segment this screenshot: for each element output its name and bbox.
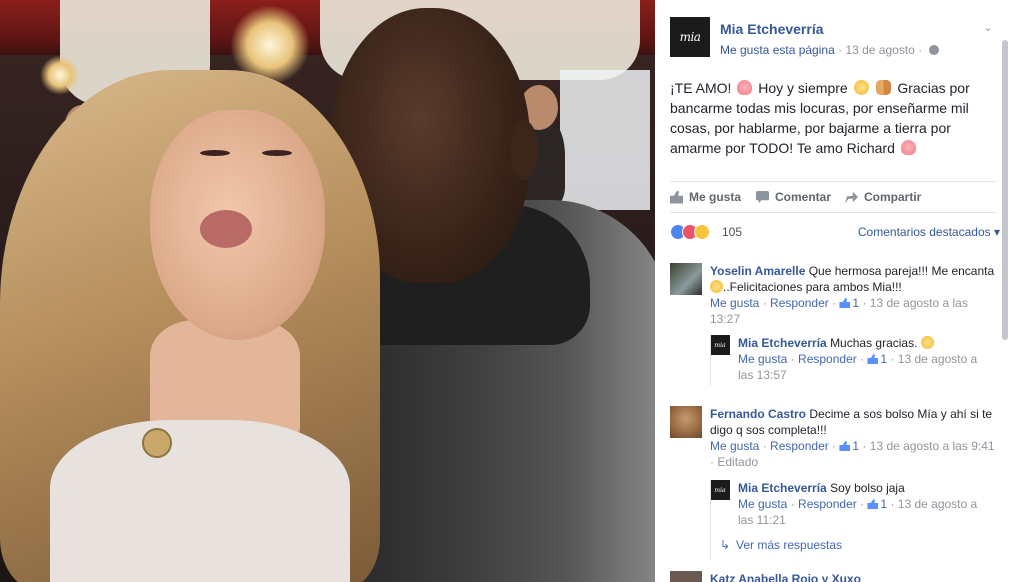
comment-text: Muchas gracias. [830, 336, 918, 350]
comment-body: Yoselin Amarelle Que hermosa pareja!!! M… [710, 263, 995, 327]
commenter-name[interactable]: Yoselin Amarelle [710, 264, 805, 278]
comment-time[interactable]: 13 de agosto a las 9:41 [870, 439, 995, 453]
comment-like-link[interactable]: Me gusta [710, 296, 759, 310]
heart-emoji-icon [900, 140, 916, 155]
comment-meta: Me gusta · Responder · 1 · 13 de agosto … [738, 497, 978, 527]
edited-label[interactable]: Editado [717, 455, 758, 469]
like-label: Me gusta [689, 190, 742, 204]
commenter-avatar[interactable] [670, 571, 702, 582]
view-more-replies-link[interactable]: ↳ Ver más respuestas [720, 538, 842, 552]
comment-like-count[interactable]: 1 [839, 439, 859, 453]
woman-top [50, 420, 350, 582]
comment-like-link[interactable]: Me gusta [738, 497, 787, 511]
post-text-part: Hoy y siempre [758, 80, 848, 96]
comment-body: Mia Etcheverría Muchas gracias. Me gusta… [738, 335, 988, 383]
lamp [40, 55, 80, 95]
comment-text: ..Felicitaciones para ambos Mia!!! [723, 280, 902, 294]
reaction-count[interactable]: 105 [722, 225, 742, 239]
scrollbar[interactable] [1002, 40, 1008, 340]
comment-body: Katz Anabella Rojo y Xuxo [710, 571, 995, 582]
comment-meta: Me gusta · Responder · 1 · 13 de agosto … [710, 439, 995, 469]
comment-text: Que hermosa pareja!!! Me encanta [808, 264, 995, 278]
post-meta: Me gusta esta página · 13 de agosto · [720, 43, 939, 57]
reactions-bar: 105 Comentarios destacados ▾ [670, 222, 1000, 244]
globe-icon [928, 45, 939, 55]
post-text: ¡TE AMO! Hoy y siempre Gracias por banca… [670, 78, 990, 158]
post-photo[interactable] [0, 0, 655, 582]
commenter-avatar[interactable] [670, 263, 702, 295]
smile-emoji-icon [710, 280, 723, 293]
share-label: Compartir [864, 190, 922, 204]
thumbs-up-icon [670, 190, 683, 204]
page-avatar[interactable]: mia [670, 17, 710, 57]
thumbs-up-icon [867, 354, 879, 364]
post-date[interactable]: 13 de agosto [845, 43, 914, 57]
commenter-name[interactable]: Mia Etcheverría [738, 481, 827, 495]
share-icon [845, 191, 858, 204]
logo-text: mia [679, 30, 701, 44]
comment-text: Soy bolso jaja [830, 481, 905, 495]
wow-reaction-icon[interactable] [694, 224, 710, 240]
comment-like-link[interactable]: Me gusta [738, 352, 787, 366]
reply-thread-line [710, 335, 711, 385]
window [560, 70, 650, 210]
like-count: 1 [852, 439, 860, 453]
comment-icon [756, 190, 769, 204]
chevron-down-icon[interactable]: ⌄ [981, 21, 995, 35]
like-count: 1 [880, 352, 888, 366]
meta-separator: · [918, 43, 926, 57]
commenter-name[interactable]: Fernando Castro [710, 407, 806, 421]
comment-reply-link[interactable]: Responder [798, 352, 857, 366]
woman-lips [200, 210, 252, 248]
pendant [142, 428, 172, 458]
smile-emoji-icon [920, 336, 934, 349]
comment-meta: Me gusta · Responder · 1 · 13 de agosto … [710, 296, 968, 326]
comment-body: Mia Etcheverría Soy bolso jaja Me gusta … [738, 480, 988, 528]
comment-body: Fernando Castro Decime a sos bolso Mía y… [710, 406, 995, 470]
logo-text: mia [714, 486, 726, 494]
reply-arrow-icon: ↳ [720, 538, 731, 552]
sort-label: Comentarios destacados [857, 225, 991, 239]
commenter-avatar[interactable]: mia [710, 335, 730, 355]
woman-eye [262, 150, 292, 156]
comment-reply-link[interactable]: Responder [770, 296, 829, 310]
commenter-name[interactable]: Mia Etcheverría [738, 336, 827, 350]
post-header: mia Mia Etcheverría Me gusta esta página… [670, 15, 1000, 60]
reply-thread-line [710, 480, 711, 560]
thumbs-up-icon [867, 499, 879, 509]
thumbs-up-icon [839, 441, 851, 451]
page-name-link[interactable]: Mia Etcheverría [720, 21, 824, 37]
couple-emoji-icon [876, 80, 892, 95]
heart-emoji-icon [737, 80, 753, 95]
comment-sort-dropdown[interactable]: Comentarios destacados ▾ [858, 225, 1000, 239]
man-ear [510, 120, 538, 180]
comment-like-count[interactable]: 1 [867, 497, 887, 511]
post-side-panel: mia Mia Etcheverría Me gusta esta página… [655, 0, 1010, 582]
post-text-part: ¡TE AMO! [670, 80, 732, 96]
comment-like-count[interactable]: 1 [867, 352, 887, 366]
comment-meta: Me gusta · Responder · 1 · 13 de agosto … [738, 352, 978, 382]
share-button[interactable]: Compartir [845, 190, 921, 204]
commenter-avatar[interactable]: mia [710, 480, 730, 500]
like-button[interactable]: Me gusta [670, 190, 741, 204]
like-count: 1 [880, 497, 888, 511]
comment-like-count[interactable]: 1 [839, 296, 859, 310]
comment-like-link[interactable]: Me gusta [710, 439, 759, 453]
comment-button[interactable]: Comentar [756, 190, 831, 204]
commenter-name[interactable]: Katz Anabella Rojo y Xuxo [710, 572, 861, 582]
like-page-link[interactable]: Me gusta esta página [720, 43, 835, 57]
comment-reply-link[interactable]: Responder [770, 439, 829, 453]
comment-reply-link[interactable]: Responder [798, 497, 857, 511]
post-actions: Me gusta Comentar Compartir [670, 181, 997, 213]
more-replies-label: Ver más respuestas [736, 538, 843, 552]
woman-eye [200, 150, 230, 156]
comment-label: Comentar [775, 190, 832, 204]
thumbs-up-icon [839, 298, 851, 308]
logo-text: mia [714, 341, 726, 349]
like-count: 1 [852, 296, 860, 310]
commenter-avatar[interactable] [670, 406, 702, 438]
heart-eyes-emoji-icon [853, 80, 869, 95]
